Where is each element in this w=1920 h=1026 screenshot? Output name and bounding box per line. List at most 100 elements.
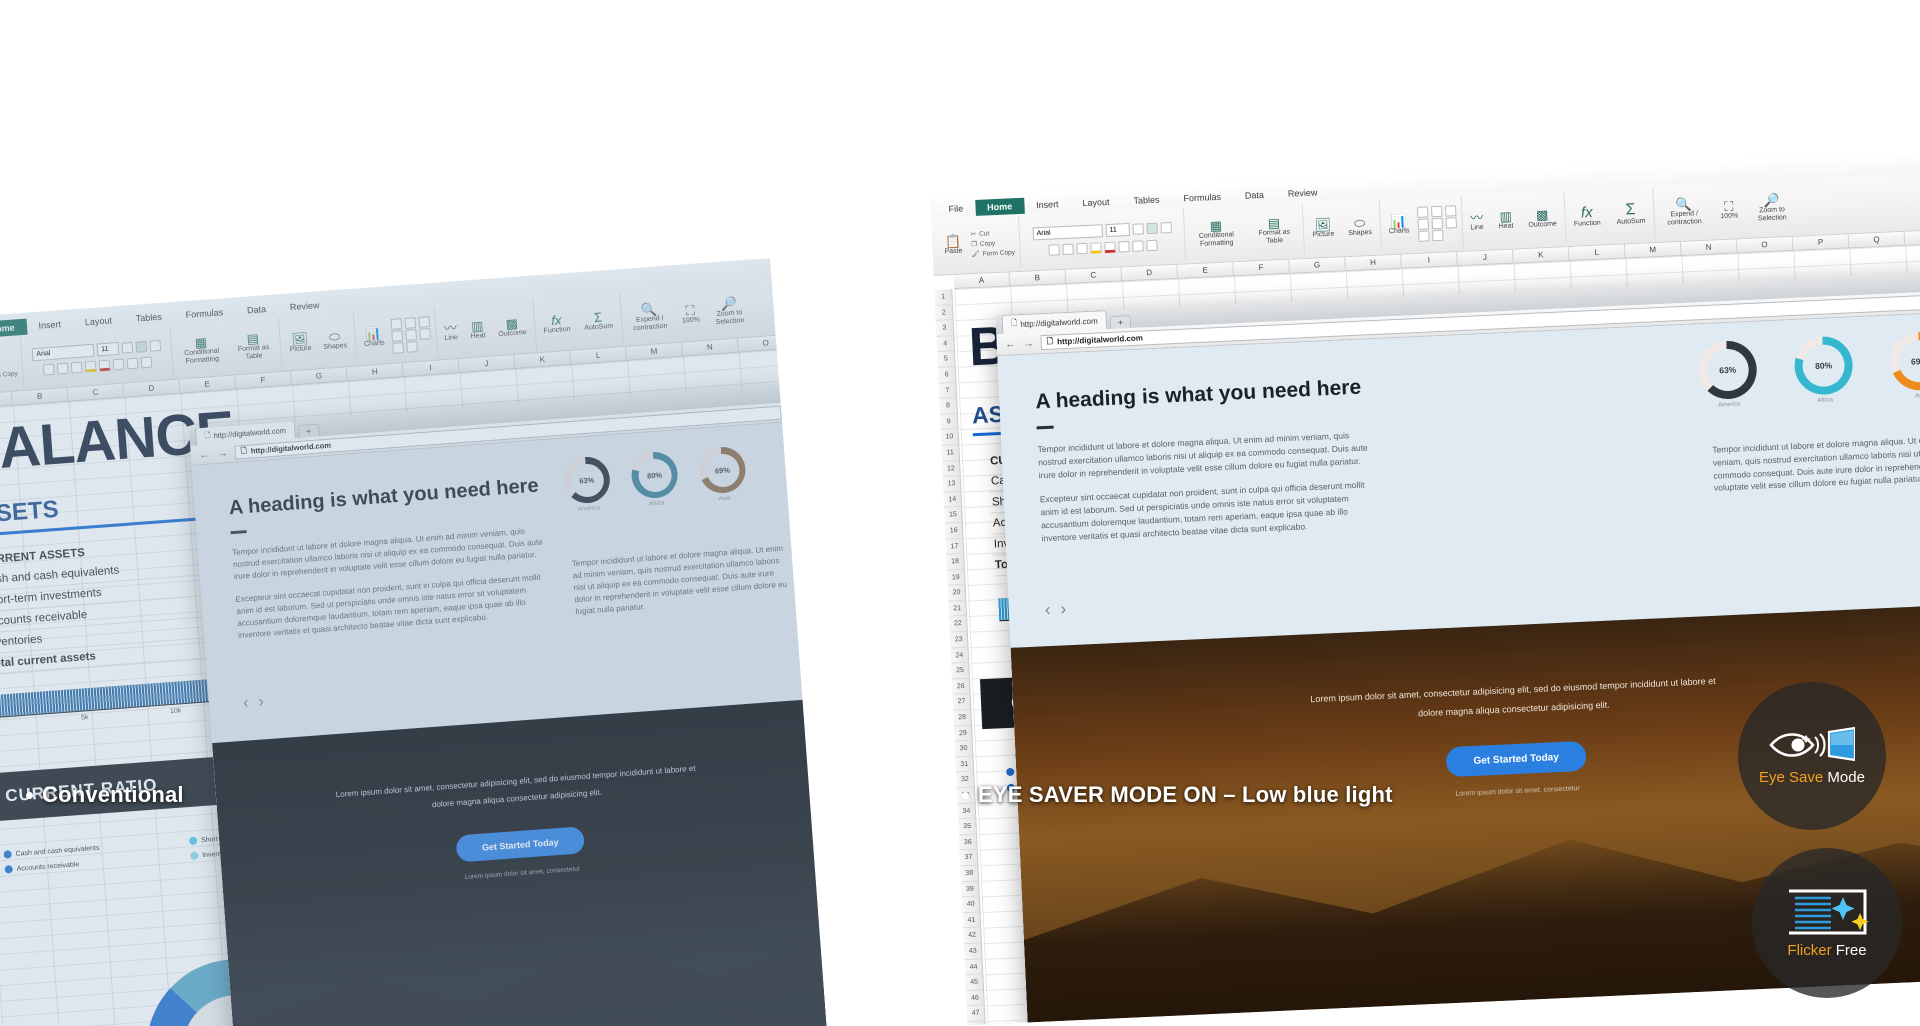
picture-button[interactable]: 🖼 Picture xyxy=(1309,217,1338,239)
line-sparkline-button[interactable]: 〰 Line xyxy=(440,320,461,343)
row-num[interactable]: 27 xyxy=(952,694,971,711)
fill-color-button[interactable] xyxy=(1090,241,1102,254)
format-as-table-button[interactable]: ▤ Format as Table xyxy=(230,331,276,362)
zoom-to-selection-button[interactable]: 🔎 Zoom to Selection xyxy=(1748,193,1795,223)
row-num[interactable]: 4 xyxy=(936,335,955,353)
align-right-button[interactable] xyxy=(149,339,162,352)
expend-contraction-button[interactable]: 🔍 Expend / contraction xyxy=(1658,197,1709,227)
row-num[interactable]: 21 xyxy=(948,600,967,618)
chevron-right-icon[interactable]: › xyxy=(1060,599,1067,619)
italic-button[interactable] xyxy=(57,362,69,375)
tab-layout[interactable]: Layout xyxy=(1070,193,1122,211)
bold-button[interactable] xyxy=(43,363,55,376)
autosum-button[interactable]: Σ AutoSum xyxy=(1613,201,1649,227)
row-num[interactable]: 13 xyxy=(942,476,961,493)
row-num[interactable]: 22 xyxy=(949,616,967,633)
function-button[interactable]: fx Function xyxy=(1570,204,1604,228)
row-num[interactable]: 42 xyxy=(963,927,981,945)
merge-button[interactable] xyxy=(1132,239,1144,252)
col-L[interactable]: L xyxy=(1568,244,1626,261)
font-size-input[interactable]: 11 xyxy=(96,341,120,357)
row-num[interactable]: 14 xyxy=(943,491,962,508)
row-num[interactable]: 47 xyxy=(966,1005,985,1023)
conditional-formatting-button[interactable]: ▦ Conditional Formatting xyxy=(177,334,227,365)
row-num[interactable]: 15 xyxy=(944,507,962,524)
col-E[interactable]: E xyxy=(1177,262,1234,278)
back-arrow-icon[interactable]: ← xyxy=(1005,338,1017,350)
merge-button[interactable] xyxy=(126,357,139,370)
underline-button[interactable] xyxy=(71,361,83,374)
row-num[interactable]: 11 xyxy=(941,444,960,462)
row-num[interactable]: 10 xyxy=(940,429,959,446)
col-K[interactable]: K xyxy=(1513,247,1570,263)
column-chart-button[interactable] xyxy=(403,316,416,329)
align-left-button[interactable] xyxy=(121,341,134,354)
charts-button[interactable]: 📊 Charts xyxy=(360,325,388,348)
row-num[interactable]: 12 xyxy=(942,460,960,477)
pie-chart-button[interactable] xyxy=(391,341,404,354)
new-tab-button[interactable]: + xyxy=(1109,315,1132,329)
shapes-button[interactable]: ⬭ Shapes xyxy=(1345,215,1376,238)
row-num[interactable]: 9 xyxy=(939,413,958,431)
format-copy-button[interactable]: 🖌 Form Copy xyxy=(0,369,18,380)
row-num[interactable]: 36 xyxy=(959,834,977,851)
align-left-button[interactable] xyxy=(1132,222,1144,235)
wrap-text-button[interactable] xyxy=(1118,240,1130,253)
italic-button[interactable] xyxy=(1062,243,1074,255)
copy-button[interactable]: ❐ Copy xyxy=(971,238,1015,249)
tab-file[interactable]: File xyxy=(936,200,975,218)
tab-review[interactable]: Review xyxy=(1276,184,1330,202)
row-num[interactable]: 30 xyxy=(954,740,973,758)
col-B[interactable]: B xyxy=(1009,269,1067,286)
get-started-button[interactable]: Get Started Today xyxy=(1445,740,1587,778)
tab-data[interactable]: Data xyxy=(234,300,278,319)
row-num[interactable]: 17 xyxy=(945,538,964,555)
row-num[interactable]: 7 xyxy=(938,382,957,399)
col-I[interactable]: I xyxy=(1401,252,1458,268)
radar-chart-button[interactable] xyxy=(1444,216,1457,229)
row-num[interactable]: 23 xyxy=(949,631,968,649)
charts-button[interactable]: 📊 Charts xyxy=(1385,213,1413,236)
col-H[interactable]: H xyxy=(1345,254,1402,271)
row-num[interactable]: 2 xyxy=(934,304,953,322)
font-color-button[interactable] xyxy=(1104,241,1116,253)
picture-button[interactable]: 🖼 Picture xyxy=(286,331,315,353)
bar-chart-button[interactable] xyxy=(1416,205,1428,218)
format-copy-button[interactable]: 🖌 Form Copy xyxy=(971,248,1015,258)
col-G[interactable]: G xyxy=(1289,257,1346,273)
underline-button[interactable] xyxy=(1076,242,1088,254)
row-num[interactable]: 46 xyxy=(966,990,984,1007)
row-num[interactable]: 20 xyxy=(947,585,966,602)
expend-contraction-button[interactable]: 🔍 Expend / contraction xyxy=(626,301,674,332)
font-name-input[interactable]: Arial xyxy=(31,343,95,362)
row-num[interactable]: 28 xyxy=(953,709,972,727)
zoom-100-button[interactable]: ⛶ 100% xyxy=(1717,198,1742,220)
heat-sparkline-button[interactable]: ▥ Heat xyxy=(1495,208,1517,230)
zoom-100-button[interactable]: ⛶ 100% xyxy=(678,303,703,325)
cut-button[interactable]: ✂ Cut xyxy=(970,228,1014,238)
bubble-chart-button[interactable] xyxy=(404,328,417,341)
col-J[interactable]: J xyxy=(1457,249,1514,266)
bar-chart-button[interactable] xyxy=(389,317,402,330)
row-num[interactable]: 25 xyxy=(951,662,969,680)
row-num[interactable]: 48 xyxy=(967,1021,986,1026)
row-num[interactable]: 26 xyxy=(951,678,970,695)
radar-chart-button[interactable] xyxy=(418,327,431,340)
tab-insert[interactable]: Insert xyxy=(26,315,74,334)
area-chart-button[interactable] xyxy=(1417,217,1429,230)
indent-button[interactable] xyxy=(140,356,153,369)
tab-tables[interactable]: Tables xyxy=(1121,191,1172,209)
get-started-button[interactable]: Get Started Today xyxy=(455,826,586,863)
heat-sparkline-button[interactable]: ▥ Heat xyxy=(466,318,488,341)
shapes-button[interactable]: ⬭ Shapes xyxy=(319,329,350,351)
align-center-button[interactable] xyxy=(1146,222,1158,234)
scatter-chart-button[interactable] xyxy=(1444,204,1456,217)
row-num[interactable]: 35 xyxy=(958,818,977,836)
scatter-chart-button[interactable] xyxy=(417,315,430,328)
row-num[interactable]: 8 xyxy=(939,398,957,415)
forward-arrow-icon[interactable]: → xyxy=(1023,337,1035,349)
zoom-to-selection-button[interactable]: 🔎 Zoom to Selection xyxy=(707,296,751,327)
row-num[interactable]: 6 xyxy=(937,367,956,384)
row-num[interactable]: 3 xyxy=(935,320,954,337)
row-num[interactable]: 24 xyxy=(950,647,969,664)
